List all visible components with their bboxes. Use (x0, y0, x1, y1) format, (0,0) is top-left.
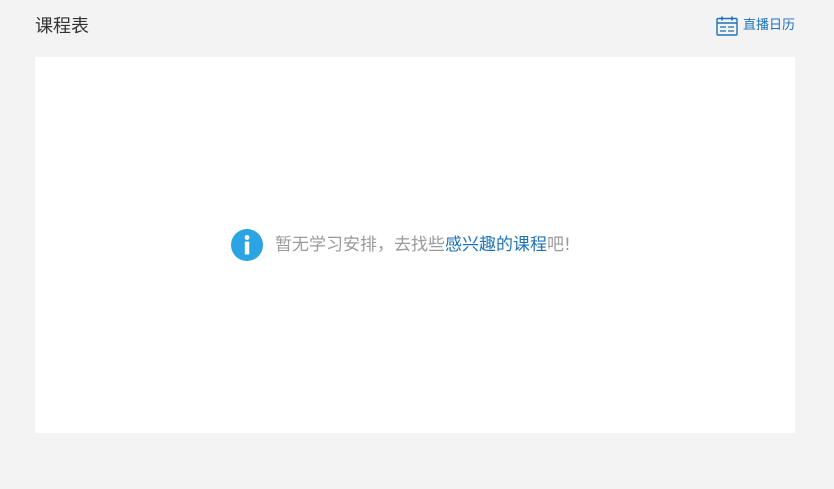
interesting-courses-link[interactable]: 感兴趣的课程 (445, 235, 547, 255)
empty-state: 暂无学习安排，去找些感兴趣的课程吧! (231, 228, 571, 262)
live-calendar-link[interactable]: 直播日历 (716, 15, 795, 37)
page-title: 课程表 (35, 16, 89, 37)
calendar-icon (716, 16, 738, 36)
empty-message: 暂无学习安排，去找些感兴趣的课程吧! (275, 234, 571, 256)
live-calendar-label: 直播日历 (742, 18, 795, 33)
empty-message-prefix: 暂无学习安排，去找些 (275, 235, 445, 255)
empty-message-suffix: 吧! (547, 235, 571, 255)
page-header: 课程表 直播日历 (35, 0, 795, 56)
schedule-panel: 暂无学习安排，去找些感兴趣的课程吧! (35, 57, 795, 433)
info-icon (231, 229, 263, 261)
